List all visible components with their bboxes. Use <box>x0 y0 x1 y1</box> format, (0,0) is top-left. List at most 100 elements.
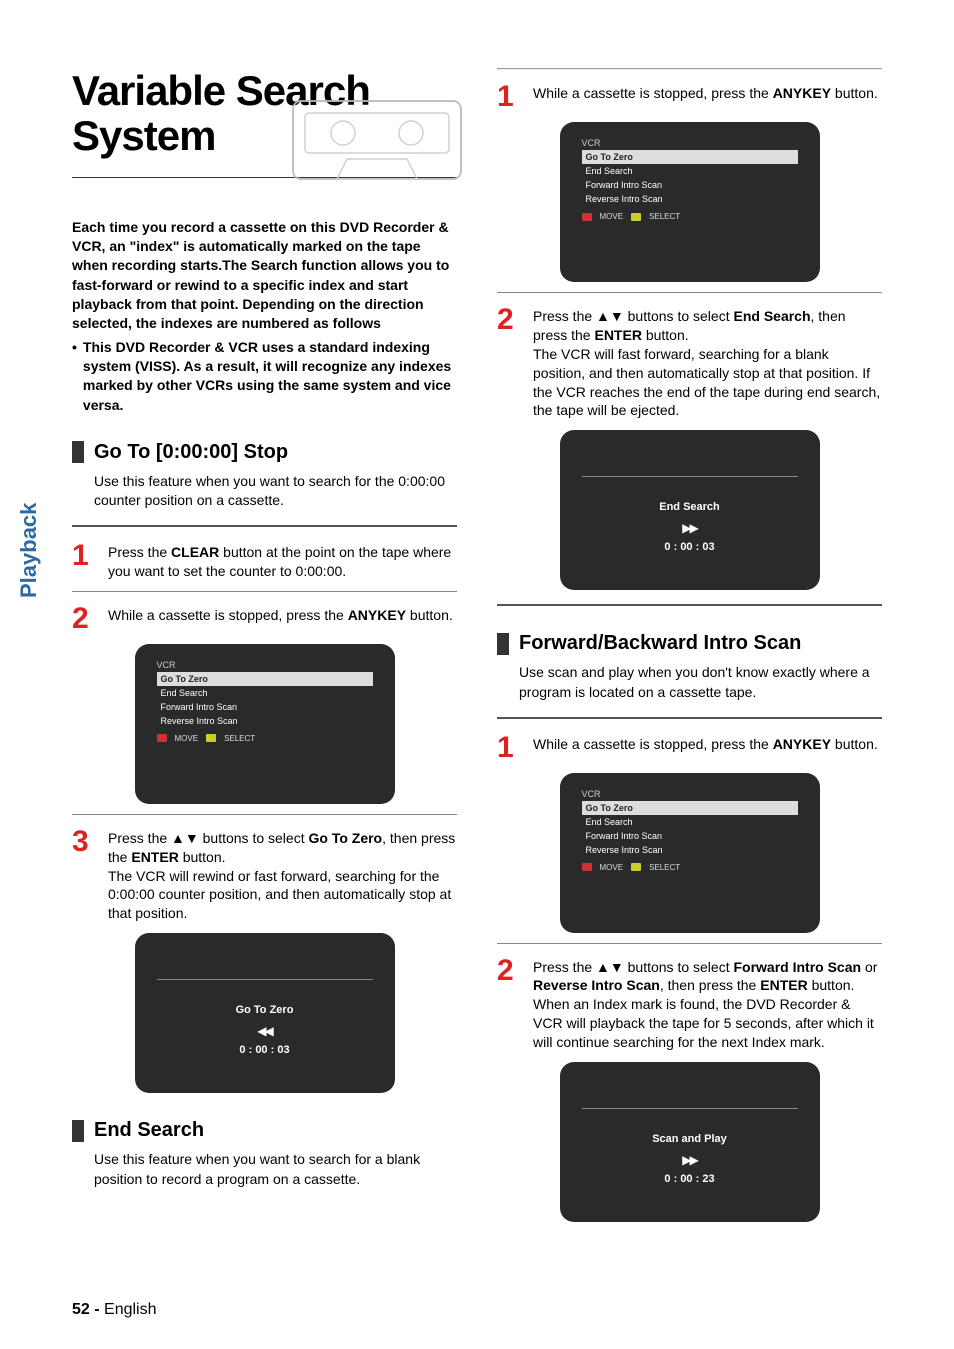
step-number-1: 1 <box>72 541 94 581</box>
osd-title: VCR <box>157 660 373 670</box>
end-step1-text: While a cassette is stopped, press the A… <box>533 82 878 112</box>
osd-item-endsearch[interactable]: End Search <box>582 815 798 829</box>
section-scan-head: Forward/Backward Intro Scan <box>497 632 882 655</box>
right-column: 1 While a cassette is stopped, press the… <box>497 68 882 1228</box>
osd-item-fwdintro[interactable]: Forward Intro Scan <box>582 829 798 843</box>
section-bar-icon <box>497 633 509 655</box>
osd-scan-label: Scan and Play <box>582 1133 798 1145</box>
divider <box>497 604 882 606</box>
step-number-1: 1 <box>497 733 519 763</box>
section-goto-head: Go To [0:00:00] Stop <box>72 441 457 464</box>
end-step1: 1 While a cassette is stopped, press the… <box>497 82 882 112</box>
osd-menu-goto: VCR Go To Zero End Search Forward Intro … <box>135 644 395 804</box>
osd-title: VCR <box>582 138 798 148</box>
legend-select: SELECT <box>649 863 680 872</box>
goto-step3-text: Press the ▲▼ buttons to select Go To Zer… <box>108 827 457 923</box>
section-scan-sub: Use scan and play when you don't know ex… <box>519 663 882 702</box>
osd-status-end: End Search ▶▶ 0 : 00 : 03 <box>560 430 820 590</box>
divider <box>497 943 882 944</box>
goto-step1-text: Press the CLEAR button at the point on t… <box>108 541 457 581</box>
bullet-dot: • <box>72 338 77 415</box>
goto-step3: 3 Press the ▲▼ buttons to select Go To Z… <box>72 827 457 923</box>
osd-item-fwdintro[interactable]: Forward Intro Scan <box>157 700 373 714</box>
osd-menu-scan: VCR Go To Zero End Search Forward Intro … <box>560 773 820 933</box>
goto-step1: 1 Press the CLEAR button at the point on… <box>72 541 457 581</box>
scan-step1-text: While a cassette is stopped, press the A… <box>533 733 878 763</box>
page-footer: 52 - English <box>72 1301 157 1319</box>
osd-item-endsearch[interactable]: End Search <box>157 686 373 700</box>
osd-item-gotozero[interactable]: Go To Zero <box>157 672 373 686</box>
side-tab-playback: Playback <box>16 503 42 598</box>
scan-step2-text: Press the ▲▼ buttons to select Forward I… <box>533 956 882 1052</box>
legend-move: MOVE <box>600 863 624 872</box>
osd-status-goto: Go To Zero ◀◀ 0 : 00 : 03 <box>135 933 395 1093</box>
select-icon <box>206 734 216 742</box>
step-number-1: 1 <box>497 82 519 112</box>
osd-legend: MOVE SELECT <box>157 734 373 743</box>
section-end-sub: Use this feature when you want to search… <box>94 1150 457 1189</box>
intro-bullet: • This DVD Recorder & VCR uses a standar… <box>72 338 457 415</box>
divider <box>497 717 882 719</box>
left-column: Variable Search System Each time you rec… <box>72 68 457 1228</box>
title-line2: System <box>72 112 215 159</box>
section-goto-title: Go To [0:00:00] Stop <box>94 441 288 464</box>
osd-item-fwdintro[interactable]: Forward Intro Scan <box>582 178 798 192</box>
footer-language: English <box>104 1301 156 1318</box>
divider <box>72 591 457 592</box>
osd-item-endsearch[interactable]: End Search <box>582 164 798 178</box>
scan-step1: 1 While a cassette is stopped, press the… <box>497 733 882 763</box>
section-end-head: End Search <box>72 1119 457 1142</box>
osd-item-revintro[interactable]: Reverse Intro Scan <box>157 714 373 728</box>
step-number-3: 3 <box>72 827 94 923</box>
osd-item-revintro[interactable]: Reverse Intro Scan <box>582 843 798 857</box>
osd-menu-end: VCR Go To Zero End Search Forward Intro … <box>560 122 820 282</box>
scan-step2: 2 Press the ▲▼ buttons to select Forward… <box>497 956 882 1052</box>
section-bar-icon <box>72 441 84 463</box>
select-icon <box>631 213 641 221</box>
osd-goto-time: 0 : 00 : 03 <box>157 1044 373 1056</box>
osd-legend: MOVE SELECT <box>582 212 798 221</box>
legend-move: MOVE <box>175 734 199 743</box>
end-step2: 2 Press the ▲▼ buttons to select End Sea… <box>497 305 882 420</box>
page-title: Variable Search System <box>72 68 457 159</box>
section-scan-title: Forward/Backward Intro Scan <box>519 632 801 655</box>
osd-scan-time: 0 : 00 : 23 <box>582 1173 798 1185</box>
osd-end-time: 0 : 00 : 03 <box>582 541 798 553</box>
step-number-2: 2 <box>72 604 94 634</box>
goto-step2: 2 While a cassette is stopped, press the… <box>72 604 457 634</box>
end-step2-text: Press the ▲▼ buttons to select End Searc… <box>533 305 882 420</box>
move-icon <box>582 213 592 221</box>
section-end-title: End Search <box>94 1119 204 1142</box>
osd-item-gotozero[interactable]: Go To Zero <box>582 801 798 815</box>
fastforward-icon: ▶▶ <box>582 521 798 535</box>
move-icon <box>157 734 167 742</box>
step-number-2: 2 <box>497 305 519 420</box>
legend-move: MOVE <box>600 212 624 221</box>
select-icon <box>631 863 641 871</box>
step-number-2: 2 <box>497 956 519 1052</box>
divider <box>497 292 882 293</box>
osd-end-label: End Search <box>582 501 798 513</box>
intro-paragraph: Each time you record a cassette on this … <box>72 218 457 334</box>
legend-select: SELECT <box>224 734 255 743</box>
legend-select: SELECT <box>649 212 680 221</box>
intro-bullet-text: This DVD Recorder & VCR uses a standard … <box>83 338 457 415</box>
goto-step2-text: While a cassette is stopped, press the A… <box>108 604 453 634</box>
rewind-icon: ◀◀ <box>157 1024 373 1038</box>
divider <box>497 68 882 70</box>
osd-goto-label: Go To Zero <box>157 1004 373 1016</box>
move-icon <box>582 863 592 871</box>
cassette-icon <box>287 87 467 187</box>
divider <box>72 525 457 527</box>
fastforward-icon: ▶▶ <box>582 1153 798 1167</box>
osd-item-revintro[interactable]: Reverse Intro Scan <box>582 192 798 206</box>
osd-legend: MOVE SELECT <box>582 863 798 872</box>
section-goto-sub: Use this feature when you want to search… <box>94 472 457 511</box>
osd-status-scan: Scan and Play ▶▶ 0 : 00 : 23 <box>560 1062 820 1222</box>
intro-text: Each time you record a cassette on this … <box>72 218 457 415</box>
page-number: 52 - <box>72 1301 104 1318</box>
divider <box>72 814 457 815</box>
osd-item-gotozero[interactable]: Go To Zero <box>582 150 798 164</box>
two-column-layout: Variable Search System Each time you rec… <box>72 68 882 1228</box>
osd-title: VCR <box>582 789 798 799</box>
